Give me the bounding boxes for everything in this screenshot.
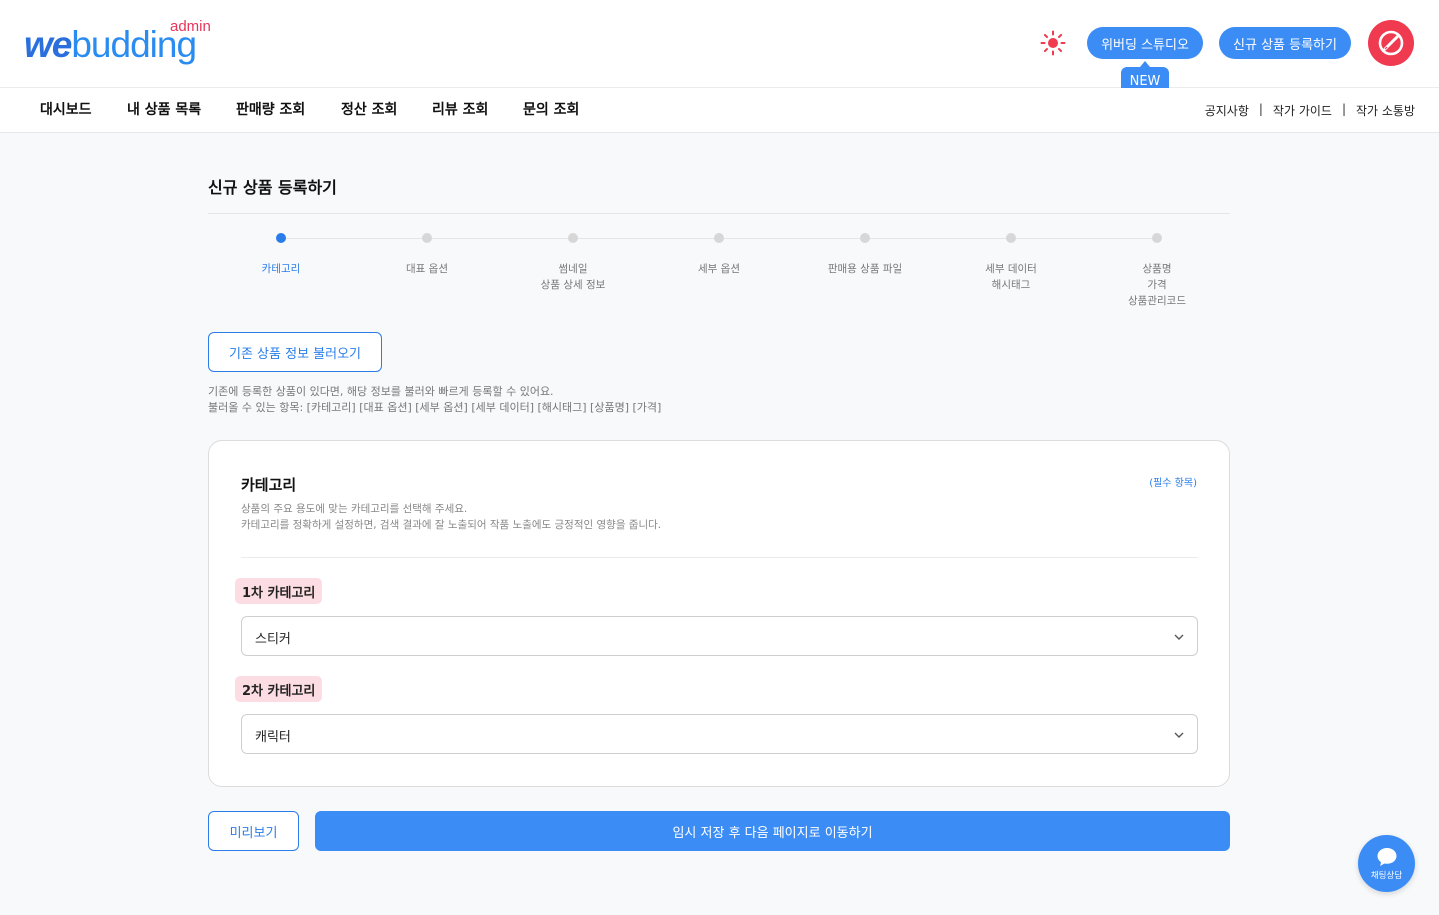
divider: | bbox=[1258, 102, 1263, 116]
chat-bubble-icon bbox=[1377, 847, 1396, 866]
step-dot bbox=[276, 233, 286, 243]
select-value: 캐릭터 bbox=[255, 730, 291, 745]
link-guide[interactable]: 작가 가이드 bbox=[1273, 102, 1332, 119]
logo-wordmark: webudding bbox=[24, 24, 197, 65]
chat-support-button[interactable]: 채팅상담 bbox=[1358, 835, 1415, 892]
step-sale-file[interactable]: 판매용 상품 파일 bbox=[792, 233, 938, 277]
divider: | bbox=[1341, 102, 1346, 116]
save-and-next-button[interactable]: 임시 저장 후 다음 페이지로 이동하기 bbox=[315, 811, 1230, 851]
sun-icon[interactable] bbox=[1040, 30, 1066, 56]
card-description: 상품의 주요 용도에 맞는 카테고리를 선택해 주세요. 카테고리를 정확하게 … bbox=[241, 503, 662, 531]
chat-label: 채팅상담 bbox=[1370, 870, 1403, 881]
card-title: 카테고리 bbox=[241, 476, 297, 494]
nav-sales[interactable]: 판매량 조회 bbox=[236, 99, 305, 119]
step-dot bbox=[1152, 233, 1162, 243]
step-dot bbox=[860, 233, 870, 243]
category-card: 카테고리 (필수 항목) 상품의 주요 용도에 맞는 카테고리를 선택해 주세요… bbox=[208, 440, 1230, 787]
step-thumbnail[interactable]: 썸네일 상품 상세 정보 bbox=[500, 233, 646, 293]
studio-button[interactable]: 위버딩 스튜디오 bbox=[1087, 27, 1203, 59]
step-detail-option[interactable]: 세부 옵션 bbox=[646, 233, 792, 277]
step-main-option[interactable]: 대표 옵션 bbox=[354, 233, 500, 277]
link-notice[interactable]: 공지사항 bbox=[1205, 102, 1249, 119]
avatar[interactable] bbox=[1368, 20, 1414, 66]
step-detail-data[interactable]: 세부 데이터 해시태그 bbox=[938, 233, 1084, 293]
step-dot bbox=[422, 233, 432, 243]
primary-category-label: 1차 카테고리 bbox=[235, 578, 323, 604]
load-description: 기존에 등록한 상품이 있다면, 해당 정보를 불러와 빠르게 등록할 수 있어… bbox=[208, 385, 662, 414]
step-dot bbox=[568, 233, 578, 243]
utility-links: 공지사항 | 작가 가이드 | 작가 소통방 bbox=[1205, 102, 1415, 119]
nav-settlement[interactable]: 정산 조회 bbox=[341, 99, 397, 119]
divider bbox=[208, 213, 1230, 214]
primary-category-select[interactable]: 스티커 bbox=[241, 616, 1198, 656]
step-dot bbox=[714, 233, 724, 243]
pencil-icon bbox=[1378, 30, 1404, 56]
nav-my-products[interactable]: 내 상품 목록 bbox=[127, 99, 201, 119]
chevron-down-icon bbox=[1174, 634, 1184, 640]
divider bbox=[241, 557, 1198, 558]
page-title: 신규 상품 등록하기 bbox=[208, 178, 337, 197]
preview-button[interactable]: 미리보기 bbox=[208, 811, 299, 851]
chevron-down-icon bbox=[1174, 732, 1184, 738]
step-category[interactable]: 카테고리 bbox=[208, 233, 354, 277]
secondary-category-label: 2차 카테고리 bbox=[235, 676, 323, 702]
step-dot bbox=[1006, 233, 1016, 243]
main-nav: 대시보드 내 상품 목록 판매량 조회 정산 조회 리뷰 조회 문의 조회 공지… bbox=[0, 88, 1439, 133]
nav-dashboard[interactable]: 대시보드 bbox=[40, 99, 92, 119]
step-product-name[interactable]: 상품명 가격 상품관리코드 bbox=[1084, 233, 1230, 309]
top-header: admin webudding 위버딩 스튜디오 NEW 신규 상품 등록하기 bbox=[0, 0, 1439, 95]
select-value: 스티커 bbox=[255, 632, 291, 647]
register-product-button[interactable]: 신규 상품 등록하기 bbox=[1219, 27, 1351, 59]
nav-inquiries[interactable]: 문의 조회 bbox=[523, 99, 579, 119]
webudding-logo[interactable]: admin webudding bbox=[24, 18, 224, 68]
link-community[interactable]: 작가 소통방 bbox=[1356, 102, 1415, 119]
required-label: (필수 항목) bbox=[1149, 478, 1197, 489]
nav-reviews[interactable]: 리뷰 조회 bbox=[432, 99, 488, 119]
load-existing-button[interactable]: 기존 상품 정보 불러오기 bbox=[208, 332, 382, 372]
secondary-category-select[interactable]: 캐릭터 bbox=[241, 714, 1198, 754]
